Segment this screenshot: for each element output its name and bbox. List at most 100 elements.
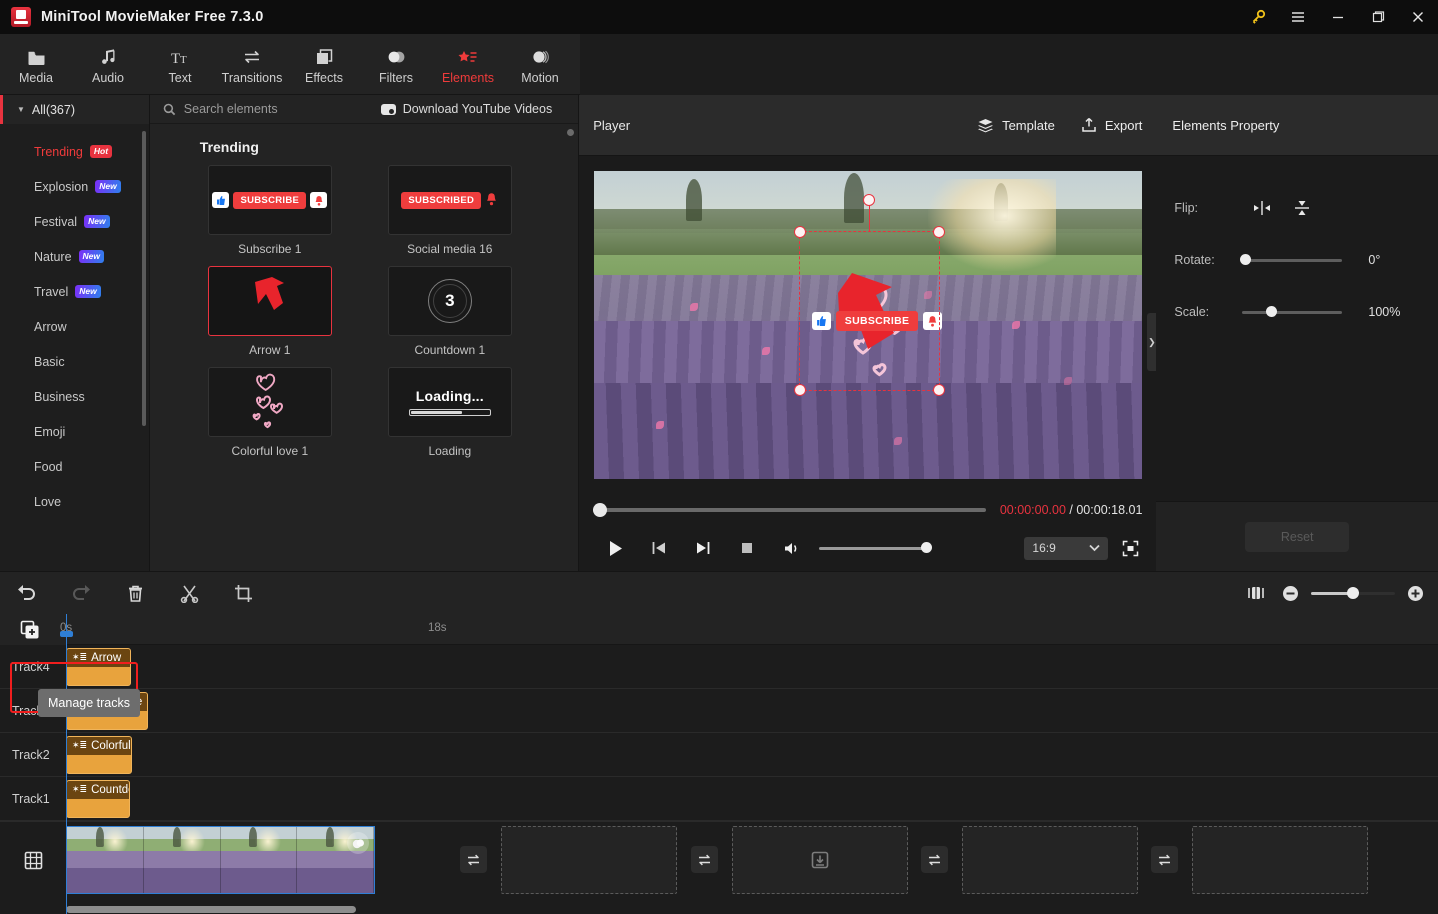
redo-button[interactable]: [54, 572, 108, 615]
toolbar-item-transitions[interactable]: Transitions: [216, 43, 288, 85]
track-lane[interactable]: ✶≣ Countdown: [66, 777, 1438, 821]
media-drop-placeholder[interactable]: [732, 826, 908, 894]
media-drop-placeholder[interactable]: [1192, 826, 1368, 894]
video-lane[interactable]: [66, 822, 1438, 899]
transition-button[interactable]: [921, 846, 948, 873]
toolbar-item-text[interactable]: TT Text: [144, 43, 216, 85]
sidebar-item-emoji[interactable]: Emoji: [0, 414, 149, 449]
next-frame-button[interactable]: [681, 533, 725, 563]
category-label: Arrow: [34, 319, 67, 334]
category-scrollbar[interactable]: [141, 131, 146, 426]
stop-button[interactable]: [725, 533, 769, 563]
elements-browser: Search elements Download YouTube Videos …: [149, 95, 580, 571]
element-card-social-media-16[interactable]: SUBSCRIBED Social media 16: [387, 165, 512, 256]
element-card-colorful-love-1[interactable]: Colorful love 1: [207, 367, 332, 458]
toolbar-item-audio[interactable]: Audio: [72, 43, 144, 85]
sidebar-item-love[interactable]: Love: [0, 484, 149, 519]
search-input[interactable]: Search elements: [150, 102, 381, 116]
volume-button[interactable]: [769, 533, 813, 563]
rotate-slider[interactable]: [1240, 254, 1343, 265]
timeline-zoom-slider[interactable]: [1311, 586, 1395, 599]
split-button[interactable]: [162, 572, 216, 615]
element-card-loading[interactable]: Loading... Loading: [387, 367, 512, 458]
sidebar-item-travel[interactable]: Travel New: [0, 274, 149, 309]
sidebar-item-basic[interactable]: Basic: [0, 344, 149, 379]
key-icon[interactable]: [1238, 0, 1278, 34]
crop-button[interactable]: [216, 572, 270, 615]
menu-icon[interactable]: [1278, 0, 1318, 34]
download-youtube-button[interactable]: Download YouTube Videos: [380, 102, 552, 116]
volume-knob[interactable]: [921, 542, 933, 553]
sidebar-item-arrow[interactable]: Arrow: [0, 309, 149, 344]
manage-tracks-button[interactable]: [20, 620, 42, 640]
sidebar-item-food[interactable]: Food: [0, 449, 149, 484]
resize-handle-top-left[interactable]: [793, 225, 806, 238]
timeline-horizontal-scrollbar[interactable]: [66, 906, 356, 913]
preview-canvas[interactable]: SUBSCRIBE: [593, 170, 1142, 479]
rotate-handle[interactable]: [863, 193, 876, 206]
media-drop-placeholder[interactable]: [501, 826, 677, 894]
toolbar-item-media[interactable]: Media: [0, 43, 72, 85]
playhead[interactable]: [60, 614, 73, 914]
delete-button[interactable]: [108, 572, 162, 615]
reset-button[interactable]: Reset: [1245, 521, 1350, 552]
fit-timeline-button[interactable]: [1242, 572, 1270, 615]
close-button[interactable]: [1398, 0, 1438, 34]
element-label: Social media 16: [407, 242, 493, 256]
timeline-ruler[interactable]: 0s 18s: [0, 614, 1438, 645]
media-drop-placeholder[interactable]: [962, 826, 1138, 894]
toolbar-item-filters[interactable]: Filters: [360, 43, 432, 85]
maximize-button[interactable]: [1358, 0, 1398, 34]
zoom-out-button[interactable]: [1282, 585, 1299, 602]
element-card-subscribe-1[interactable]: SUBSCRIBE Subscribe 1: [207, 165, 332, 256]
minimize-button[interactable]: [1318, 0, 1358, 34]
zoom-in-button[interactable]: [1407, 585, 1424, 602]
sidebar-item-festival[interactable]: Festival New: [0, 204, 149, 239]
fullscreen-button[interactable]: [1118, 536, 1142, 560]
resize-handle-bottom-left[interactable]: [793, 383, 806, 396]
transition-button[interactable]: [691, 846, 718, 873]
play-button[interactable]: [593, 533, 637, 563]
selection-box[interactable]: [793, 193, 945, 396]
collapse-panel-handle[interactable]: ❯: [1147, 313, 1157, 371]
sidebar-item-trending[interactable]: Trending Hot: [0, 134, 149, 169]
previous-frame-button[interactable]: [637, 533, 681, 563]
sidebar-item-nature[interactable]: Nature New: [0, 239, 149, 274]
toolbar-item-elements[interactable]: Elements: [432, 43, 504, 85]
video-clip[interactable]: [66, 826, 375, 894]
flip-vertical-button[interactable]: [1282, 195, 1322, 221]
timeline-zoom-controls: [1242, 572, 1424, 615]
volume-slider[interactable]: [819, 542, 933, 553]
seek-knob[interactable]: [593, 503, 608, 517]
transition-button[interactable]: [460, 846, 487, 873]
undo-button[interactable]: [0, 572, 54, 615]
zoom-knob[interactable]: [1347, 586, 1359, 599]
playhead-grip[interactable]: [60, 631, 73, 637]
transition-button[interactable]: [1151, 846, 1178, 873]
rotate-knob[interactable]: [1240, 254, 1252, 265]
track-lane[interactable]: ✶≣ Subscribe: [66, 689, 1438, 733]
track-lane[interactable]: ✶≣ Arrow: [66, 645, 1438, 689]
seek-slider[interactable]: [593, 503, 986, 517]
sidebar-item-explosion[interactable]: Explosion New: [0, 169, 149, 204]
sidebar-item-business[interactable]: Business: [0, 379, 149, 414]
toolbar-item-effects[interactable]: Effects: [288, 43, 360, 85]
category-all[interactable]: ▼ All(367): [0, 95, 149, 124]
resize-handle-top-right[interactable]: [932, 225, 945, 238]
timeline-clip[interactable]: ✶≣ Countdown: [66, 779, 130, 818]
flip-horizontal-button[interactable]: [1242, 195, 1282, 221]
track-lane[interactable]: ✶≣ Colorful: [66, 733, 1438, 777]
aspect-ratio-select[interactable]: 16:9: [1024, 536, 1109, 560]
element-card-arrow-1[interactable]: Arrow 1: [207, 266, 332, 357]
template-button[interactable]: Template: [977, 117, 1055, 133]
scale-knob[interactable]: [1266, 306, 1278, 317]
category-label: Basic: [34, 354, 65, 369]
element-card-countdown-1[interactable]: 3 Countdown 1: [387, 266, 512, 357]
resize-handle-bottom-right[interactable]: [932, 383, 945, 396]
timeline-clip[interactable]: ✶≣ Colorful: [66, 735, 132, 774]
toolbar-item-motion[interactable]: Motion: [504, 43, 576, 85]
timeline-clip[interactable]: ✶≣ Arrow: [66, 647, 131, 686]
scale-slider[interactable]: [1242, 306, 1343, 317]
main-area: ▼ All(367) Trending Hot Explosion New Fe…: [0, 95, 1438, 571]
export-button[interactable]: Export: [1081, 117, 1142, 133]
